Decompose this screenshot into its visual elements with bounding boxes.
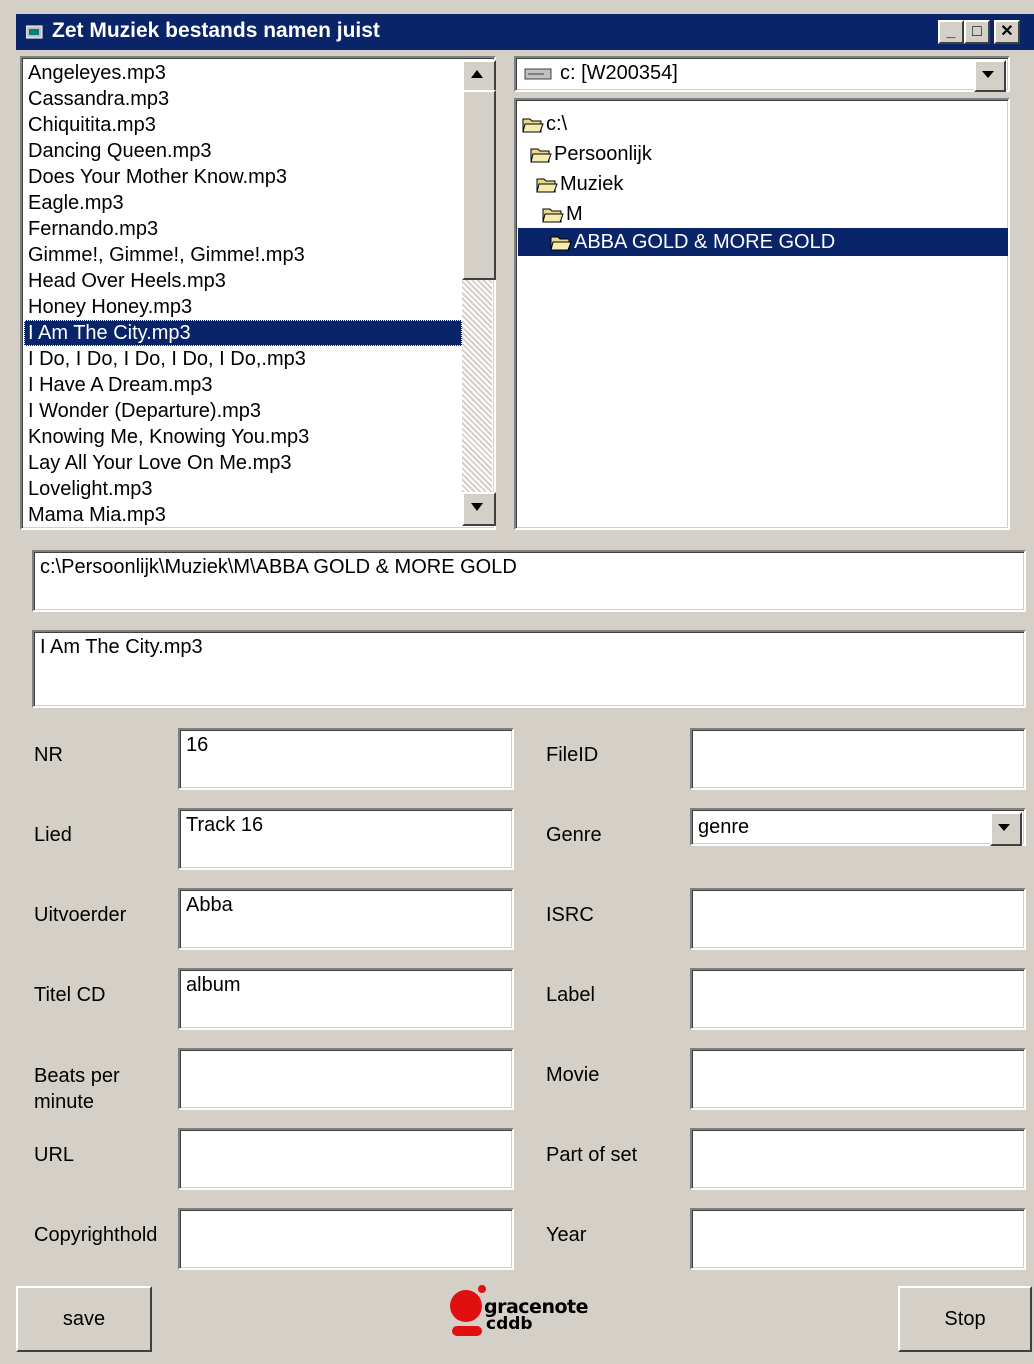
url-field[interactable] (178, 1128, 514, 1190)
file-list-item[interactable]: Mama Mia.mp3 (24, 502, 462, 528)
bpm-field[interactable] (178, 1048, 514, 1110)
genre-value: genre (698, 816, 750, 838)
tree-node-m[interactable]: M (542, 200, 583, 228)
minimize-button[interactable]: _ (938, 20, 964, 44)
window-title: Zet Muziek bestands namen juist (52, 19, 380, 42)
drive-dropdown-button[interactable] (974, 60, 1006, 92)
save-button[interactable]: save (16, 1286, 152, 1352)
drive-select[interactable]: c: [W200354] (514, 56, 1010, 92)
close-button[interactable]: ✕ (994, 20, 1020, 44)
file-list-item[interactable]: I Have A Dream.mp3 (24, 372, 462, 398)
fileid-field[interactable] (690, 728, 1026, 790)
file-list-item[interactable]: Knowing Me, Knowing You.mp3 (24, 424, 462, 450)
label-nr: NR (34, 744, 63, 766)
label-movie: Movie (546, 1064, 600, 1086)
open-folder-icon (522, 118, 544, 133)
file-list-item[interactable]: I Am The City.mp3 (24, 320, 462, 346)
label-copyright: Copyrighthold (34, 1224, 158, 1246)
tree-node-muziek[interactable]: Muziek (536, 170, 623, 198)
tree-node-persoonlijk[interactable]: Persoonlijk (530, 140, 652, 168)
title-bar: Zet Muziek bestands namen juist _ □ ✕ (16, 14, 1034, 50)
label-part-of-set: Part of set (546, 1144, 638, 1166)
label-field[interactable] (690, 968, 1026, 1030)
isrc-field[interactable] (690, 888, 1026, 950)
file-list-items: Angeleyes.mp3 Cassandra.mp3 Chiquitita.mp3… (24, 60, 462, 528)
open-folder-icon (542, 208, 564, 223)
path-field[interactable]: c:\Persoonlijk\Muziek\M\ABBA GOLD & MORE… (32, 550, 1026, 612)
copyright-field[interactable] (178, 1208, 514, 1270)
label-titel-cd: Titel CD (34, 984, 106, 1006)
lied-field[interactable]: Track 16 (178, 808, 514, 870)
chevron-down-icon (982, 71, 994, 78)
titel-cd-field[interactable]: album (178, 968, 514, 1030)
label-isrc: ISRC (546, 904, 594, 926)
tree-node-label: ABBA GOLD & MORE GOLD (574, 231, 836, 253)
drive-value: c: [W200354] (560, 62, 678, 84)
folder-tree[interactable]: c:\ Persoonlijk Muziek M ABBA GOLD & MOR… (514, 98, 1010, 530)
tree-node-root[interactable]: c:\ (522, 110, 567, 138)
open-folder-icon (536, 178, 558, 193)
file-list-item[interactable]: Lay All Your Love On Me.mp3 (24, 450, 462, 476)
file-list-item[interactable]: Head Over Heels.mp3 (24, 268, 462, 294)
file-list-item[interactable]: Cassandra.mp3 (24, 86, 462, 112)
label-genre: Genre (546, 824, 602, 846)
part-of-set-field[interactable] (690, 1128, 1026, 1190)
scroll-up-button[interactable] (462, 60, 496, 94)
label-url: URL (34, 1144, 75, 1166)
file-list-item[interactable]: Lovelight.mp3 (24, 476, 462, 502)
file-list-item[interactable]: Dancing Queen.mp3 (24, 138, 462, 164)
file-list-item[interactable]: I Wonder (Departure).mp3 (24, 398, 462, 424)
chevron-down-icon (998, 824, 1010, 831)
arrow-up-icon (471, 70, 483, 78)
tree-node-label: M (566, 203, 583, 225)
uitvoerder-field[interactable]: Abba (178, 888, 514, 950)
gracenote-logo: gracenote cddb (448, 1284, 589, 1340)
drive-icon (524, 68, 552, 80)
file-list-item[interactable]: I Do, I Do, I Do, I Do, I Do,.mp3 (24, 346, 462, 372)
label-fileid: FileID (546, 744, 599, 766)
open-folder-icon (530, 148, 552, 163)
file-list-item[interactable]: Fernando.mp3 (24, 216, 462, 242)
file-list-item[interactable]: Gimme!, Gimme!, Gimme!.mp3 (24, 242, 462, 268)
movie-field[interactable] (690, 1048, 1026, 1110)
file-list-item[interactable]: Eagle.mp3 (24, 190, 462, 216)
file-list-item[interactable]: Angeleyes.mp3 (24, 60, 462, 86)
tree-node-label: Persoonlijk (554, 143, 652, 165)
scroll-thumb[interactable] (462, 90, 496, 280)
label-lied: Lied (34, 824, 72, 846)
label-bpm: Beats per minute (34, 1065, 120, 1113)
genre-dropdown-button[interactable] (990, 812, 1022, 846)
file-list-item[interactable]: Honey Honey.mp3 (24, 294, 462, 320)
tree-node-label: Muziek (560, 173, 624, 195)
tree-node-abba-gold[interactable]: ABBA GOLD & MORE GOLD (518, 228, 1008, 256)
scroll-down-button[interactable] (462, 492, 496, 526)
nr-field[interactable]: 16 (178, 728, 514, 790)
label-label: Label (546, 984, 595, 1006)
year-field[interactable] (690, 1208, 1026, 1270)
stop-button[interactable]: Stop (898, 1286, 1032, 1352)
file-list-item[interactable]: Chiquitita.mp3 (24, 112, 462, 138)
tree-node-label: c:\ (546, 113, 568, 135)
file-list-scrollbar[interactable] (462, 60, 496, 526)
maximize-button[interactable]: □ (964, 20, 990, 44)
file-list[interactable]: Angeleyes.mp3 Cassandra.mp3 Chiquitita.mp3… (20, 56, 496, 530)
label-uitvoerder: Uitvoerder (34, 904, 127, 926)
file-list-item[interactable]: Does Your Mother Know.mp3 (24, 164, 462, 190)
filename-field[interactable]: I Am The City.mp3 (32, 630, 1026, 708)
arrow-down-icon (471, 503, 483, 511)
open-folder-icon (550, 236, 572, 251)
logo-text-cddb: cddb (486, 1314, 533, 1334)
app-icon (26, 25, 43, 39)
label-year: Year (546, 1224, 587, 1246)
genre-select[interactable]: genre (690, 808, 1026, 846)
